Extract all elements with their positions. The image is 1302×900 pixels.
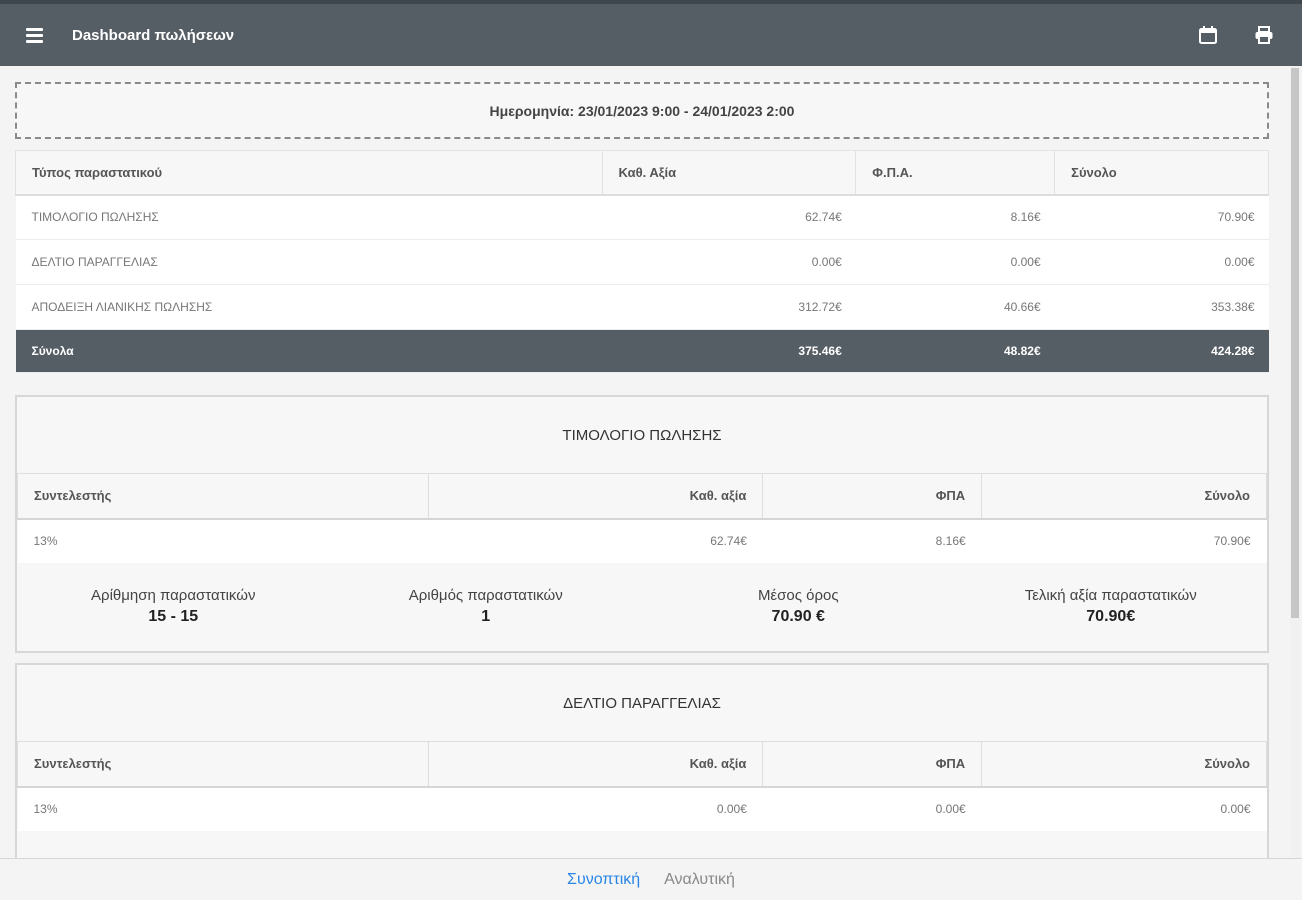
cell: 40.66€ [855, 284, 1055, 330]
menu-icon[interactable] [26, 24, 52, 46]
bottom-tabs: Συνοπτική Αναλυτική [0, 858, 1302, 900]
cell: 13% [17, 786, 429, 831]
total-row: Σύνολα 375.46€ 48.82€ 424.28€ [15, 329, 1269, 373]
tab-detailed[interactable]: Αναλυτική [664, 871, 735, 889]
cell: 70.90€ [981, 518, 1267, 563]
cell: 13% [17, 518, 429, 563]
cell: ΑΠΟΔΕΙΞΗ ΛΙΑΝΙΚΗΣ ΠΩΛΗΣΗΣ [15, 284, 602, 330]
table-row: ΤΙΜΟΛΟΓΙΟ ΠΩΛΗΣΗΣ 62.74€ 8.16€ 70.90€ [15, 194, 1269, 240]
cell: 0.00€ [762, 786, 982, 831]
cell: 0.00€ [602, 239, 856, 285]
col-total: Σύνολο [981, 741, 1267, 788]
top-bar: Dashboard πωλήσεων [0, 0, 1302, 66]
col-vat: ΦΠΑ [762, 741, 983, 788]
col-net-value: Καθ. αξία [427, 741, 764, 788]
col-net-value: Καθ. αξία [427, 473, 764, 520]
date-range[interactable]: Ημερομηνία: 23/01/2023 9:00 - 24/01/2023… [15, 82, 1269, 139]
col-total: Σύνολο [981, 473, 1267, 520]
card-title: ΔΕΛΤΙΟ ΠΑΡΑΓΓΕΛΙΑΣ [563, 694, 721, 712]
col-vat: ΦΠΑ [762, 473, 983, 520]
cell: ΔΕΛΤΙΟ ΠΑΡΑΓΓΕΛΙΑΣ [15, 239, 602, 285]
print-icon[interactable] [1254, 25, 1274, 45]
cell: 0.00€ [1054, 239, 1269, 285]
stat-label: Αρίθμηση παραστατικών [91, 587, 256, 604]
stat-value: 15 - 15 [148, 608, 199, 625]
card-title: ΤΙΜΟΛΟΓΙΟ ΠΩΛΗΣΗΣ [562, 426, 722, 444]
calendar-icon[interactable] [1198, 25, 1218, 45]
total-sum: 424.28€ [1054, 329, 1269, 373]
card-header-row: Συντελεστής Καθ. αξία ΦΠΑ Σύνολο [17, 741, 1267, 788]
stat-label: Αριθμός παραστατικών [408, 587, 563, 604]
total-net: 375.46€ [602, 329, 856, 373]
col-net-value: Καθ. Αξία [601, 150, 857, 196]
stat-final-value: Τελική αξία παραστατικών 70.90€ [955, 587, 1268, 626]
summary-table: Τύπος παραστατικού Καθ. Αξία Φ.Π.Α. Σύνο… [15, 150, 1269, 373]
cell: 62.74€ [602, 194, 856, 240]
summary-header-row: Τύπος παραστατικού Καθ. Αξία Φ.Π.Α. Σύνο… [15, 150, 1269, 196]
col-rate: Συντελεστής [17, 473, 429, 520]
content-area[interactable]: Ημερομηνία: 23/01/2023 9:00 - 24/01/2023… [0, 66, 1302, 858]
card-stats: Αρίθμηση παραστατικών 15 - 15 Αριθμός πα… [17, 563, 1267, 651]
stat-label: Μέσος όρος [757, 587, 839, 604]
cell: 0.00€ [428, 786, 763, 831]
stat-average: Μέσος όρος 70.90 € [642, 587, 955, 626]
scrollbar[interactable] [1290, 66, 1300, 858]
table-row: ΔΕΛΤΙΟ ΠΑΡΑΓΓΕΛΙΑΣ 0.00€ 0.00€ 0.00€ [15, 239, 1269, 285]
col-total: Σύνολο [1054, 150, 1269, 196]
stat-value: 1 [481, 608, 491, 625]
stat-value: 70.90 € [771, 608, 825, 625]
col-doc-type: Τύπος παραστατικού [15, 150, 603, 196]
cell: 70.90€ [1054, 194, 1269, 240]
col-vat: Φ.Π.Α. [855, 150, 1056, 196]
total-label: Σύνολα [15, 329, 602, 373]
table-row: 13% 62.74€ 8.16€ 70.90€ [17, 518, 1267, 563]
cell: 0.00€ [981, 786, 1267, 831]
card-header-row: Συντελεστής Καθ. αξία ΦΠΑ Σύνολο [17, 473, 1267, 520]
table-row: 13% 0.00€ 0.00€ 0.00€ [17, 786, 1267, 831]
cell: 0.00€ [855, 239, 1055, 285]
scrollbar-thumb[interactable] [1291, 68, 1299, 618]
cell: ΤΙΜΟΛΟΓΙΟ ΠΩΛΗΣΗΣ [15, 194, 602, 240]
stat-value: 70.90€ [1086, 608, 1136, 625]
page-title: Dashboard πωλήσεων [72, 26, 235, 44]
cell: 353.38€ [1054, 284, 1269, 330]
stat-label: Τελική αξία παραστατικών [1024, 587, 1197, 604]
cell: 8.16€ [855, 194, 1055, 240]
col-rate: Συντελεστής [17, 741, 429, 788]
stat-numbering: Αρίθμηση παραστατικών 15 - 15 [17, 587, 330, 626]
cell: 312.72€ [602, 284, 856, 330]
doc-type-card: ΔΕΛΤΙΟ ΠΑΡΑΓΓΕΛΙΑΣ Συντελεστής Καθ. αξία… [15, 663, 1269, 858]
cell: 62.74€ [428, 518, 763, 563]
table-row: ΑΠΟΔΕΙΞΗ ΛΙΑΝΙΚΗΣ ΠΩΛΗΣΗΣ 312.72€ 40.66€… [15, 284, 1269, 330]
stat-count: Αριθμός παραστατικών 1 [330, 587, 643, 626]
tab-summary[interactable]: Συνοπτική [567, 871, 640, 889]
doc-type-card: ΤΙΜΟΛΟΓΙΟ ΠΩΛΗΣΗΣ Συντελεστής Καθ. αξία … [15, 395, 1269, 653]
cell: 8.16€ [762, 518, 982, 563]
total-vat: 48.82€ [855, 329, 1055, 373]
